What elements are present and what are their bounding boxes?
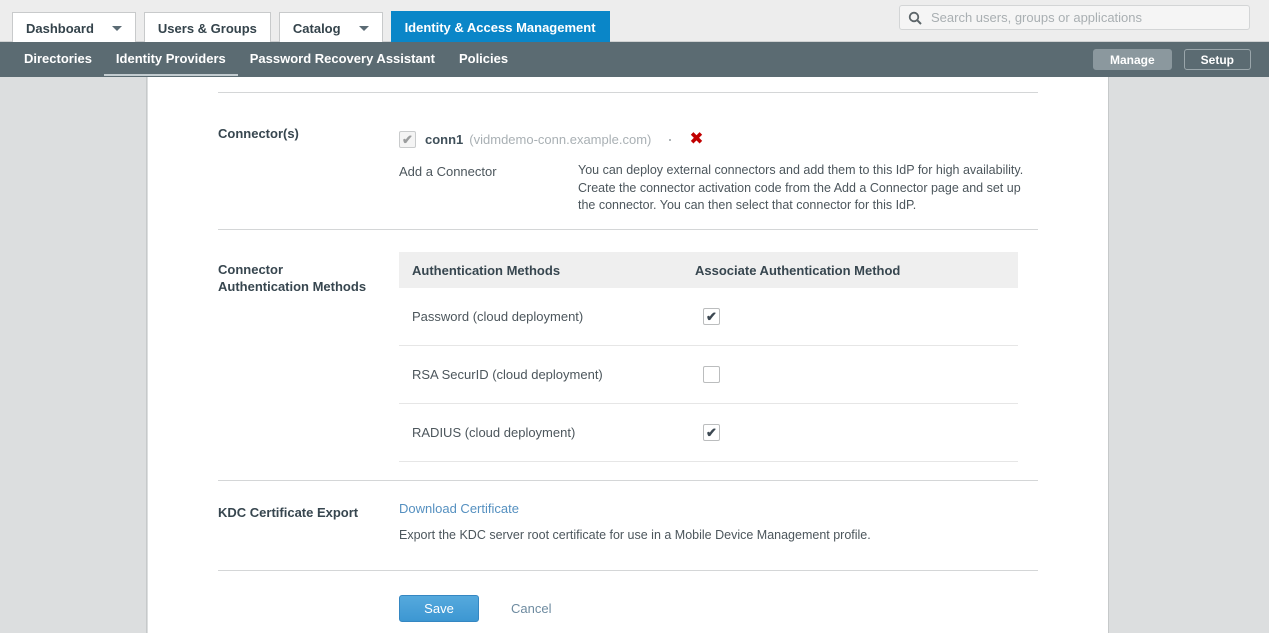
cancel-button[interactable]: Cancel <box>511 601 551 616</box>
auth-methods-label: Connector Authentication Methods <box>218 261 393 295</box>
tab-dashboard[interactable]: Dashboard <box>12 12 136 43</box>
auth-method-name: RADIUS (cloud deployment) <box>412 424 576 440</box>
auth-methods-table: Authentication Methods Associate Authent… <box>399 252 1018 462</box>
search-input[interactable] <box>929 9 1229 26</box>
global-search[interactable] <box>899 5 1250 30</box>
delete-x-icon[interactable]: ✖ <box>689 131 703 148</box>
associate-checkbox-radius[interactable]: ✔ <box>703 424 720 441</box>
primary-tab-list: Dashboard Users & Groups Catalog Identit… <box>12 11 618 43</box>
download-certificate-link[interactable]: Download Certificate <box>399 501 519 516</box>
table-row: Password (cloud deployment) ✔ <box>399 288 1018 346</box>
check-icon: ✔ <box>706 309 717 324</box>
setup-button[interactable]: Setup <box>1183 49 1251 70</box>
subnav-actions: Manage Setup <box>1092 49 1251 70</box>
right-gutter <box>1108 77 1269 633</box>
tab-catalog-label: Catalog <box>292 20 341 36</box>
connector-row: ✔ conn1 (vidmdemo-conn.example.com) ✖ <box>399 131 704 148</box>
tab-identity-access-management-label: Identity & Access Management <box>404 20 596 35</box>
connector-description: You can deploy external connectors and a… <box>578 163 1024 212</box>
column-header-authentication-methods: Authentication Methods <box>412 262 561 278</box>
manage-button-label: Manage <box>1109 52 1155 67</box>
check-icon: ✔ <box>402 132 413 147</box>
tab-users-groups-label: Users & Groups <box>157 20 257 36</box>
associate-cell <box>695 366 895 383</box>
subnav-item-identity-providers-label: Identity Providers <box>115 51 226 66</box>
check-icon: ✔ <box>706 425 717 440</box>
subnav-item-password-recovery-assistant-label: Password Recovery Assistant <box>249 51 435 66</box>
auth-method-name: RSA SecurID (cloud deployment) <box>412 366 603 382</box>
auth-methods-label-line2: Authentication Methods <box>218 279 367 294</box>
tab-identity-access-management[interactable]: Identity & Access Management <box>390 11 610 43</box>
table-row: RADIUS (cloud deployment) ✔ <box>399 404 1018 462</box>
associate-cell: ✔ <box>695 424 895 441</box>
subnav-item-identity-providers[interactable]: Identity Providers <box>103 43 238 76</box>
kdc-description: Export the KDC server root certificate f… <box>399 528 871 542</box>
top-bar: Dashboard Users & Groups Catalog Identit… <box>0 0 1269 43</box>
page-body: Connector(s) ✔ conn1 (vidmdemo-conn.exam… <box>0 77 1269 633</box>
secondary-nav-bar: Directories Identity Providers Password … <box>0 42 1269 77</box>
search-icon <box>908 11 922 25</box>
associate-checkbox-password[interactable]: ✔ <box>703 308 720 325</box>
subnav-item-password-recovery-assistant[interactable]: Password Recovery Assistant <box>238 43 447 76</box>
divider-before-actions <box>218 570 1038 571</box>
secondary-nav-list: Directories Identity Providers Password … <box>12 42 520 77</box>
subnav-item-policies[interactable]: Policies <box>447 43 520 76</box>
divider-after-auth-methods <box>218 480 1038 481</box>
add-connector-link[interactable]: Add a Connector <box>399 164 497 179</box>
associate-cell: ✔ <box>695 308 895 325</box>
subnav-item-directories[interactable]: Directories <box>12 43 104 76</box>
save-button[interactable]: Save <box>399 595 479 622</box>
associate-checkbox-rsa-securid[interactable] <box>703 366 720 383</box>
connectors-label: Connector(s) <box>218 126 299 141</box>
auth-methods-label-line1: Connector <box>218 262 283 277</box>
manage-button[interactable]: Manage <box>1092 49 1172 70</box>
separator-dot <box>669 138 672 141</box>
left-gutter <box>0 77 147 633</box>
subnav-item-policies-label: Policies <box>458 51 509 66</box>
table-row: RSA SecurID (cloud deployment) <box>399 346 1018 404</box>
kdc-label: KDC Certificate Export <box>218 505 359 520</box>
connector-host: (vidmdemo-conn.example.com) <box>469 132 652 147</box>
table-header-row: Authentication Methods Associate Authent… <box>399 252 1018 288</box>
tab-catalog[interactable]: Catalog <box>278 12 383 43</box>
divider-after-connectors <box>218 229 1038 230</box>
setup-button-label: Setup <box>1200 52 1234 67</box>
idp-settings-panel: Connector(s) ✔ conn1 (vidmdemo-conn.exam… <box>148 77 1108 633</box>
subnav-item-directories-label: Directories <box>24 51 92 66</box>
chevron-down-icon <box>111 25 122 31</box>
tab-dashboard-label: Dashboard <box>26 20 94 36</box>
connector-name: conn1 <box>425 132 464 147</box>
column-header-associate-authentication-method: Associate Authentication Method <box>695 262 901 278</box>
auth-method-name: Password (cloud deployment) <box>412 308 584 324</box>
divider-top <box>218 92 1038 93</box>
tab-users-groups[interactable]: Users & Groups <box>143 12 271 43</box>
chevron-down-icon <box>358 25 369 31</box>
connector-checkbox[interactable]: ✔ <box>399 131 416 148</box>
save-button-label: Save <box>424 601 454 616</box>
